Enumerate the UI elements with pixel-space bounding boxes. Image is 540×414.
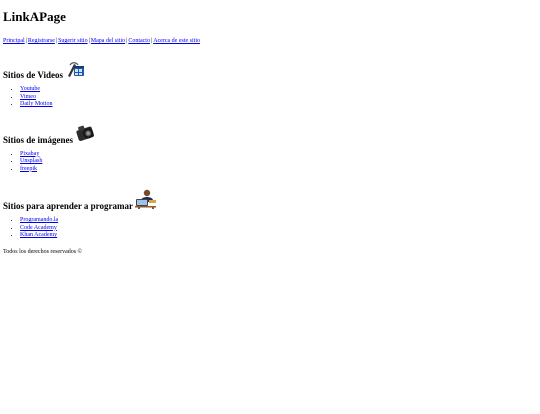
nav-link-principal[interactable]: Principal (3, 38, 25, 44)
nav-separator: | (88, 38, 90, 44)
link-daily-motion[interactable]: Daily Motion (20, 101, 53, 107)
link-freepik[interactable]: freepik (20, 166, 37, 172)
section-heading-images: Sitios de imágenes (3, 123, 537, 145)
section-title: Sitios de Videos (3, 70, 64, 80)
link-vimeo[interactable]: Vimeo (20, 94, 36, 100)
nav-link-sugerir-sitio[interactable]: Sugerir sitio (58, 38, 88, 44)
site-title: LinkAPage (3, 9, 66, 24)
section-title: Sitios para aprender a programar (3, 201, 133, 211)
list-item: Code Academy (20, 225, 537, 233)
nav-link-registrarse[interactable]: Registrarse (28, 38, 55, 44)
list-item: Vimeo (20, 94, 537, 102)
section-title: Sitios de imágenes (3, 134, 74, 145)
nav-link-acerca[interactable]: Acerca de este sitio (153, 38, 200, 44)
section-videos: Sitios de Videos Youtube Vimeo Daily Mot… (3, 61, 537, 109)
programmer-icon (135, 189, 157, 211)
link-list-programming: Programando.la Code Academy Khan Academy (3, 217, 537, 240)
link-programando-la[interactable]: Programando.la (20, 217, 58, 223)
video-film-icon (65, 61, 85, 80)
list-item: Unsplash (20, 158, 537, 166)
camera-icon (75, 123, 97, 145)
link-list-images: Pixabay Unsplash freepik (3, 151, 537, 174)
nav-separator: | (25, 38, 27, 44)
list-item: Khan Academy (20, 232, 537, 240)
nav-link-contacto[interactable]: Contacto (128, 38, 150, 44)
nav-separator: | (150, 38, 153, 44)
nav-separator: | (55, 38, 58, 44)
section-images: Sitios de imágenes Pixabay Unsplash free… (3, 123, 537, 174)
list-item: Programando.la (20, 217, 537, 225)
link-youtube[interactable]: Youtube (20, 86, 40, 92)
link-khan-academy[interactable]: Khan Academy (20, 232, 57, 238)
nav-link-mapa-del-sitio[interactable]: Mapa del sitio (91, 38, 125, 44)
list-item: freepik (20, 166, 537, 174)
list-item: Youtube (20, 86, 537, 94)
list-item: Daily Motion (20, 101, 537, 109)
link-pixabay[interactable]: Pixabay (20, 151, 39, 157)
section-heading-programming: Sitios para aprender a programar (3, 189, 537, 211)
link-unsplash[interactable]: Unsplash (20, 158, 42, 164)
list-item: Pixabay (20, 151, 537, 159)
footer-text: Todos los derechos reservados © (3, 248, 83, 255)
link-code-academy[interactable]: Code Academy (20, 225, 57, 231)
nav-bar: Principal|Registrarse|Sugerir sitio|Mapa… (3, 37, 537, 45)
page: LinkAPage Principal|Registrarse|Sugerir … (0, 9, 540, 256)
section-programming: Sitios para aprender a programar Program… (3, 189, 537, 240)
section-heading-videos: Sitios de Videos (3, 61, 537, 80)
link-list-videos: Youtube Vimeo Daily Motion (3, 86, 537, 109)
